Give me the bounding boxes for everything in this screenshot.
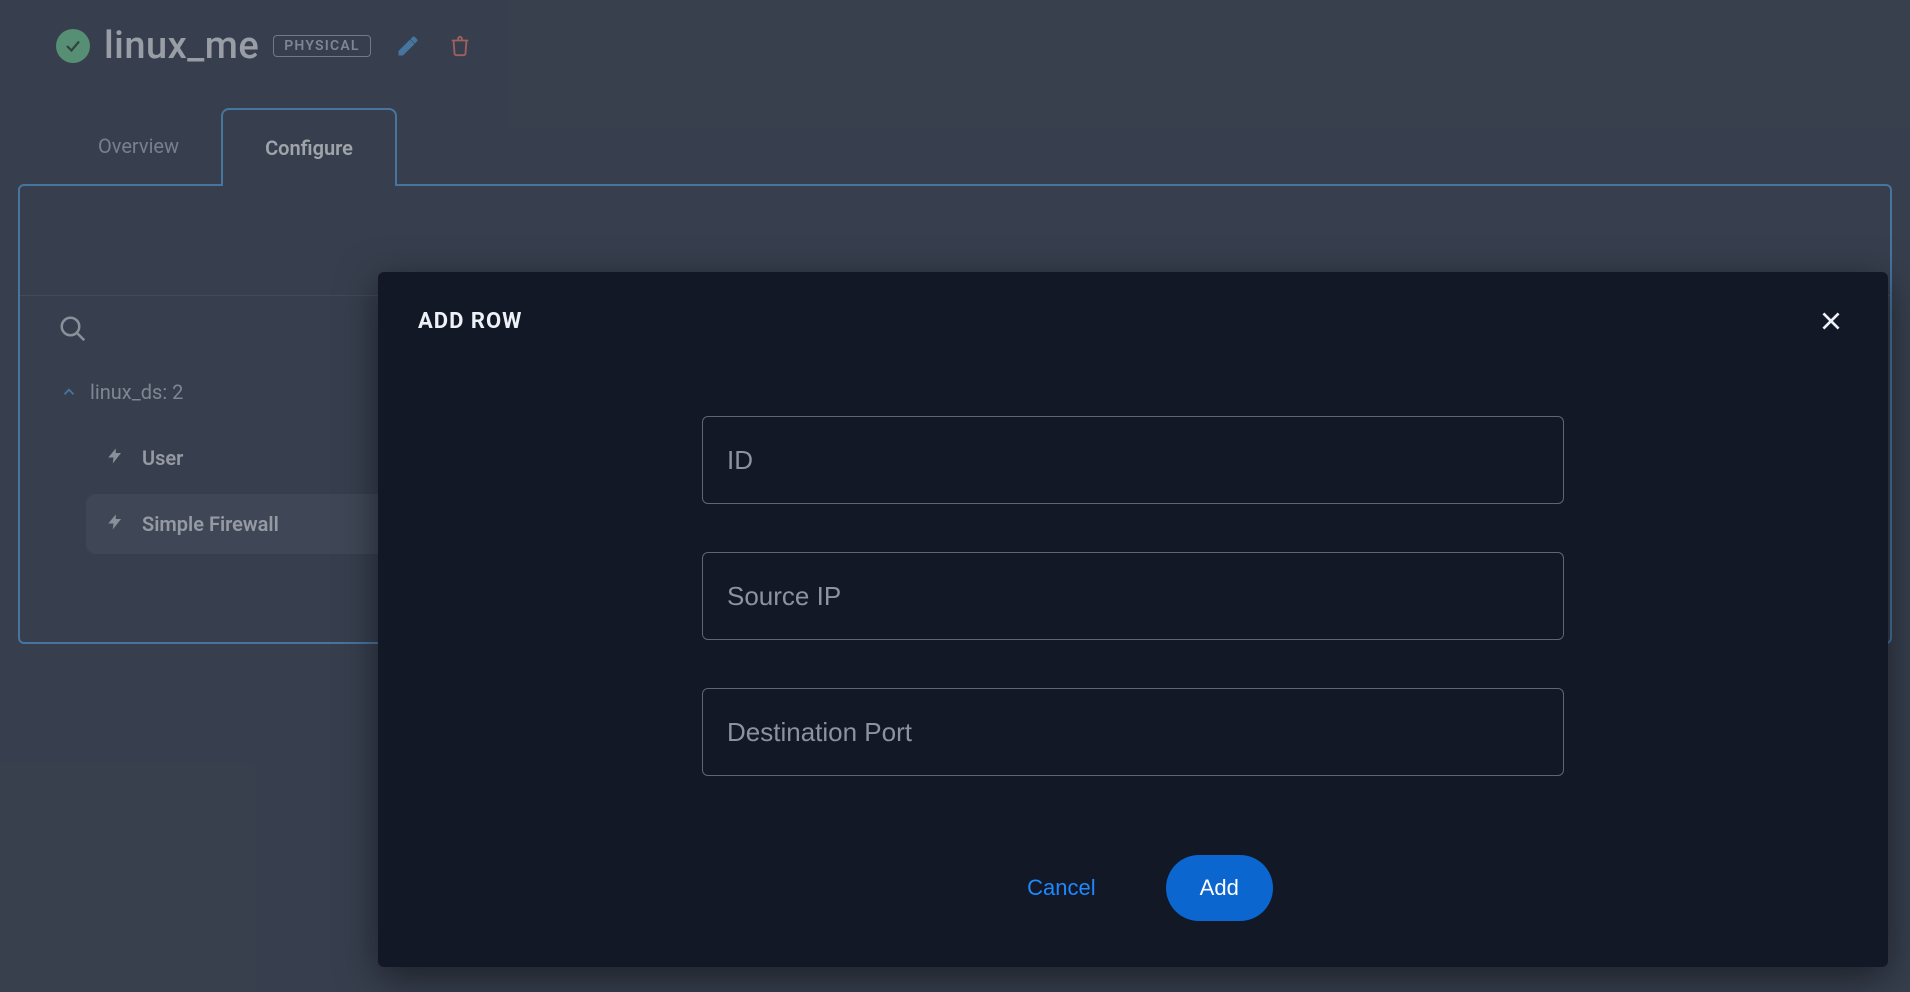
id-field[interactable] <box>702 416 1564 504</box>
source-ip-field[interactable] <box>702 552 1564 640</box>
close-button[interactable] <box>1814 304 1848 338</box>
add-button[interactable]: Add <box>1166 855 1273 921</box>
modal-form <box>418 338 1848 855</box>
modal-title: ADD ROW <box>418 309 522 334</box>
cancel-button[interactable]: Cancel <box>993 855 1129 921</box>
destination-port-field[interactable] <box>702 688 1564 776</box>
add-row-modal: ADD ROW Cancel Add <box>378 272 1888 967</box>
modal-actions: Cancel Add <box>418 855 1848 927</box>
modal-header: ADD ROW <box>418 304 1848 338</box>
